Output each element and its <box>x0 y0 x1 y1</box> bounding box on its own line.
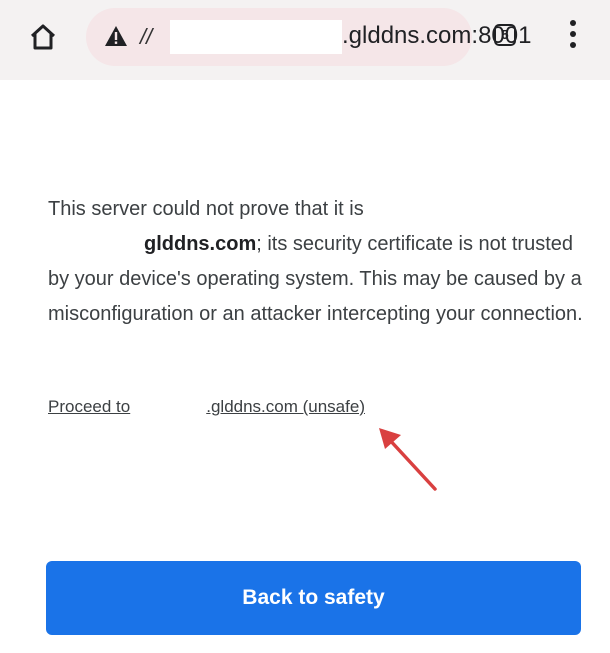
message-line-1: This server could not prove that it is <box>48 198 364 220</box>
host-name: glddns.com <box>144 233 257 255</box>
back-to-safety-button[interactable]: Back to safety <box>46 561 581 635</box>
tab-switcher-icon[interactable]: 5 <box>494 24 516 46</box>
proceed-prefix: Proceed to <box>48 397 131 416</box>
tab-count: 5 <box>501 27 509 42</box>
redacted-subdomain <box>170 20 342 54</box>
address-bar[interactable]: // .glddns.com:8001 <box>86 8 531 66</box>
warning-triangle-icon[interactable] <box>104 25 128 47</box>
security-warning-message: This server could not prove that it is g… <box>48 192 593 332</box>
message-body: ; its security certificate is not truste… <box>48 233 583 325</box>
browser-toolbar: // .glddns.com:8001 5 <box>0 0 610 80</box>
home-icon[interactable] <box>28 22 58 52</box>
more-vert-icon[interactable] <box>563 20 583 52</box>
proceed-unsafe-link[interactable]: Proceed to .glddns.com (unsafe) <box>48 397 365 417</box>
proceed-host: .glddns.com (unsafe) <box>206 397 365 416</box>
url-scheme: // <box>140 24 153 49</box>
red-arrow-annotation <box>379 428 437 491</box>
